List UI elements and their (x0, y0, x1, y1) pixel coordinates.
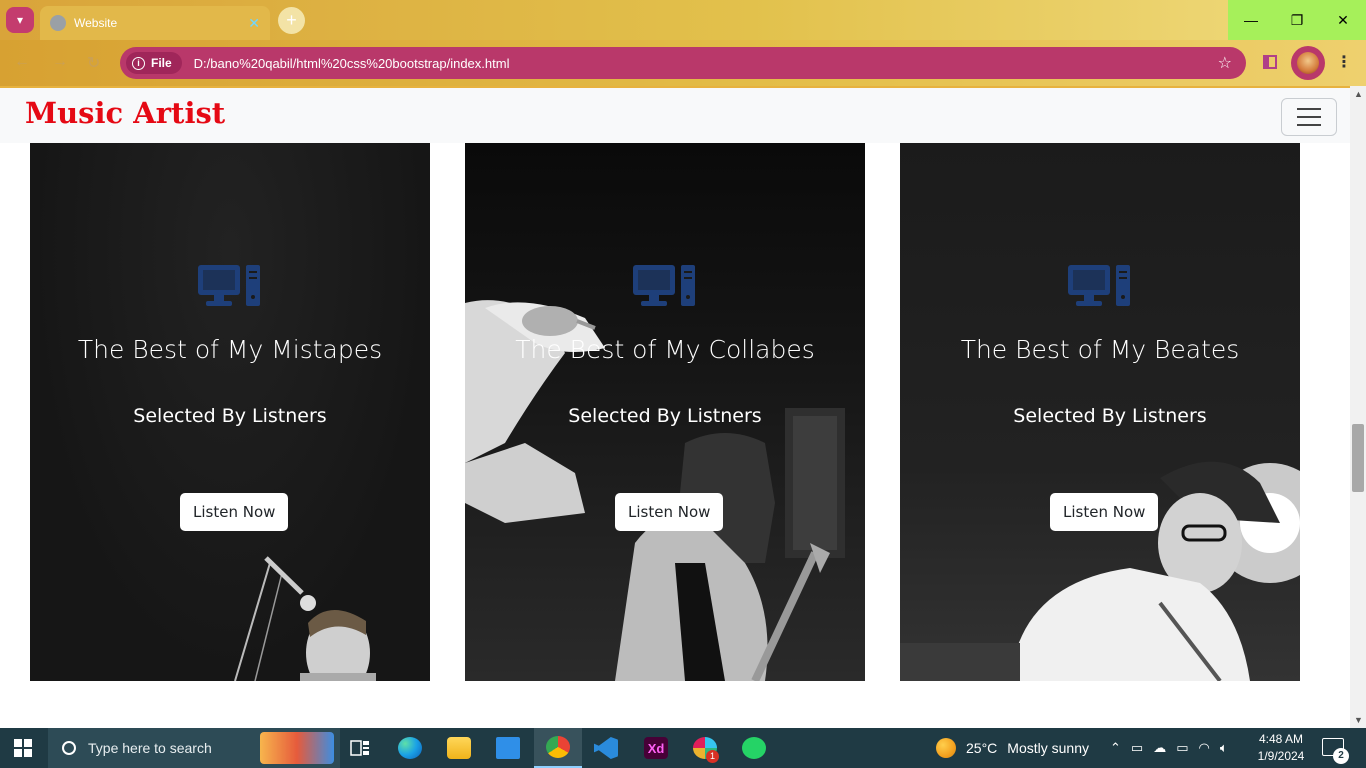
windows-start-icon[interactable] (14, 739, 32, 757)
search-icon (62, 741, 76, 755)
battery-icon[interactable]: ▭ (1176, 740, 1188, 756)
mail-icon[interactable] (484, 728, 532, 768)
navbar-toggler-button[interactable] (1281, 98, 1337, 136)
task-view-icon[interactable] (336, 728, 384, 768)
chrome-notification-badge: 1 (706, 750, 719, 763)
chrome-icon[interactable] (534, 728, 582, 768)
system-tray: ⌃ ▭ ☁ ▭ ◠ 🔈︎ (1110, 728, 1228, 768)
weather-text: Mostly sunny (1007, 740, 1089, 756)
weather-sun-icon (936, 738, 956, 758)
hamburger-line (1297, 124, 1321, 126)
chevron-up-icon[interactable]: ⌃ (1110, 740, 1121, 756)
tab-close-button[interactable]: ✕ (248, 15, 260, 32)
minimize-button[interactable]: — (1228, 0, 1274, 40)
weather-widget[interactable]: 25°C Mostly sunny (936, 728, 1089, 768)
card-title: The Best of My Beates (960, 335, 1240, 364)
hamburger-line (1297, 116, 1321, 118)
onedrive-icon[interactable]: ☁ (1153, 740, 1166, 756)
weather-temp: 25°C (966, 740, 998, 756)
scroll-thumb[interactable] (1352, 424, 1364, 492)
new-tab-button[interactable]: + (278, 7, 305, 34)
globe-icon (50, 15, 66, 31)
bookmark-star-icon[interactable]: ☆ (1218, 53, 1232, 73)
side-panel-icon[interactable] (1263, 55, 1277, 69)
card-subtitle: Selected By Listners (1013, 405, 1207, 427)
browser-titlebar: ▾ Website ✕ + — ❐ ✕ (0, 0, 1366, 40)
card-subtitle: Selected By Listners (568, 405, 762, 427)
site-info-chip[interactable]: i File (126, 52, 182, 74)
reload-icon[interactable]: ↻ (87, 53, 100, 73)
url-text[interactable]: D:/bano%20qabil/html%20css%20bootstrap/i… (194, 56, 1218, 71)
clock-date: 1/9/2024 (1257, 749, 1305, 763)
site-brand[interactable]: Music Artist (25, 96, 225, 130)
menu-kebab-icon[interactable]: ⋮ (1336, 52, 1352, 72)
hamburger-line (1297, 108, 1321, 110)
notification-count-badge: 2 (1333, 748, 1349, 764)
listen-now-button[interactable]: Listen Now (1050, 493, 1159, 531)
tab-search-button[interactable]: ▾ (6, 7, 34, 33)
file-explorer-icon[interactable] (435, 728, 483, 768)
search-highlight-art (260, 732, 334, 764)
cards-row: The Best of My Mistapes Selected By List… (0, 143, 1350, 681)
window-controls: — ❐ ✕ (1228, 0, 1366, 40)
listen-now-button[interactable]: Listen Now (615, 493, 724, 531)
windows-taskbar: Type here to search Xd 1 25°C Mostly sun… (0, 728, 1366, 768)
scroll-down-arrow-icon[interactable]: ▼ (1354, 715, 1363, 725)
card-mistapes: The Best of My Mistapes Selected By List… (30, 143, 430, 681)
browser-tab[interactable]: Website ✕ (40, 6, 270, 40)
taskbar-search[interactable]: Type here to search (48, 728, 340, 768)
clock-time: 4:48 AM (1258, 732, 1304, 746)
search-placeholder: Type here to search (88, 740, 212, 756)
card-collabes: The Best of My Collabes Selected By List… (465, 143, 865, 681)
desktop-computer-icon (633, 265, 695, 306)
card-title: The Best of My Mistapes (77, 335, 383, 364)
edge-icon[interactable] (386, 728, 434, 768)
info-icon: i (132, 56, 145, 70)
profile-avatar[interactable] (1291, 46, 1325, 80)
slack-icon[interactable]: 1 (681, 728, 729, 768)
avatar-image (1297, 52, 1319, 74)
tab-title: Website (74, 16, 118, 30)
site-navbar: Music Artist (0, 86, 1350, 143)
meet-now-icon[interactable]: ▭ (1131, 740, 1143, 756)
scroll-up-arrow-icon[interactable]: ▲ (1354, 89, 1363, 99)
desktop-computer-icon (198, 265, 260, 306)
vscode-icon[interactable] (582, 728, 630, 768)
browser-toolbar: ← → ↻ i File D:/bano%20qabil/html%20css%… (0, 40, 1366, 86)
card-subtitle: Selected By Listners (133, 405, 327, 427)
wifi-icon[interactable]: ◠ (1199, 740, 1210, 756)
back-icon[interactable]: ← (14, 53, 30, 71)
listen-now-button[interactable]: Listen Now (180, 493, 289, 531)
adobe-xd-icon[interactable]: Xd (632, 728, 680, 768)
page-viewport: Music Artist The Best of My Mistapes Sel… (0, 86, 1350, 728)
volume-icon[interactable]: 🔈︎ (1220, 740, 1228, 756)
forward-icon[interactable]: → (52, 53, 68, 71)
whatsapp-icon[interactable] (730, 728, 778, 768)
restore-button[interactable]: ❐ (1274, 0, 1320, 40)
address-bar[interactable]: i File D:/bano%20qabil/html%20css%20boot… (120, 47, 1246, 79)
desktop-computer-icon (1068, 265, 1130, 306)
page-scrollbar[interactable]: ▲ ▼ (1350, 86, 1366, 728)
card-title: The Best of My Collabes (515, 335, 815, 364)
card-beates: The Best of My Beates Selected By Listne… (900, 143, 1300, 681)
close-window-button[interactable]: ✕ (1320, 0, 1366, 40)
taskbar-clock[interactable]: 4:48 AM 1/9/2024 (1256, 731, 1306, 765)
file-label: File (151, 56, 172, 70)
